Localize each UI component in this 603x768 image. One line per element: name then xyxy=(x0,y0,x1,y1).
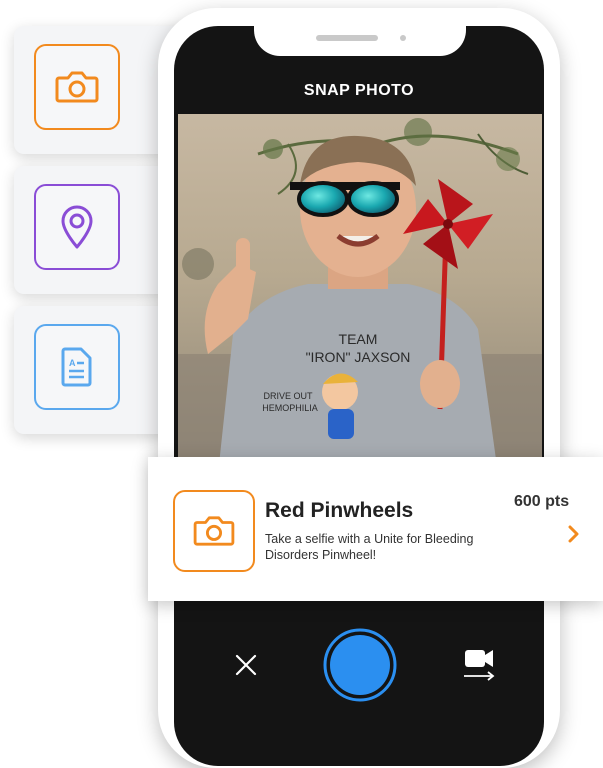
shirt-text-line-4: HEMOPHILIA xyxy=(262,403,318,413)
camera-preview-photo: TEAM "IRON" JAXSON DRIVE OUT HEMOPHILIA xyxy=(178,114,542,474)
challenge-card[interactable]: Red Pinwheels Take a selfie with a Unite… xyxy=(148,457,603,601)
camera-task-icon-box xyxy=(34,44,120,130)
document-task-icon-box: A xyxy=(34,324,120,410)
location-task-icon-box xyxy=(34,184,120,270)
challenge-title: Red Pinwheels xyxy=(265,499,414,522)
shirt-text-line-2: "IRON" JAXSON xyxy=(306,349,411,365)
video-switch-icon xyxy=(464,650,495,681)
chevron-right-icon[interactable] xyxy=(568,525,580,548)
screen-title: SNAP PHOTO xyxy=(303,82,415,99)
svg-text:A: A xyxy=(69,358,76,368)
shirt-text-line-1: TEAM xyxy=(339,331,378,347)
challenge-icon-box xyxy=(173,490,255,572)
close-button[interactable] xyxy=(226,645,266,685)
camera-icon xyxy=(55,71,99,103)
shirt-text-line-3: DRIVE OUT xyxy=(263,391,313,401)
challenge-points: 600 pts xyxy=(514,493,570,510)
map-pin-icon xyxy=(61,205,93,249)
front-camera xyxy=(400,35,406,41)
close-icon xyxy=(235,654,257,676)
shutter-icon xyxy=(323,628,397,702)
speaker-grille xyxy=(316,35,378,41)
camera-icon xyxy=(193,516,235,546)
video-mode-button[interactable] xyxy=(458,644,500,688)
shutter-button[interactable] xyxy=(323,628,397,702)
phone-notch xyxy=(254,24,466,56)
challenge-description: Take a selfie with a Unite for Bleeding … xyxy=(265,532,474,562)
document-icon: A xyxy=(61,347,92,387)
